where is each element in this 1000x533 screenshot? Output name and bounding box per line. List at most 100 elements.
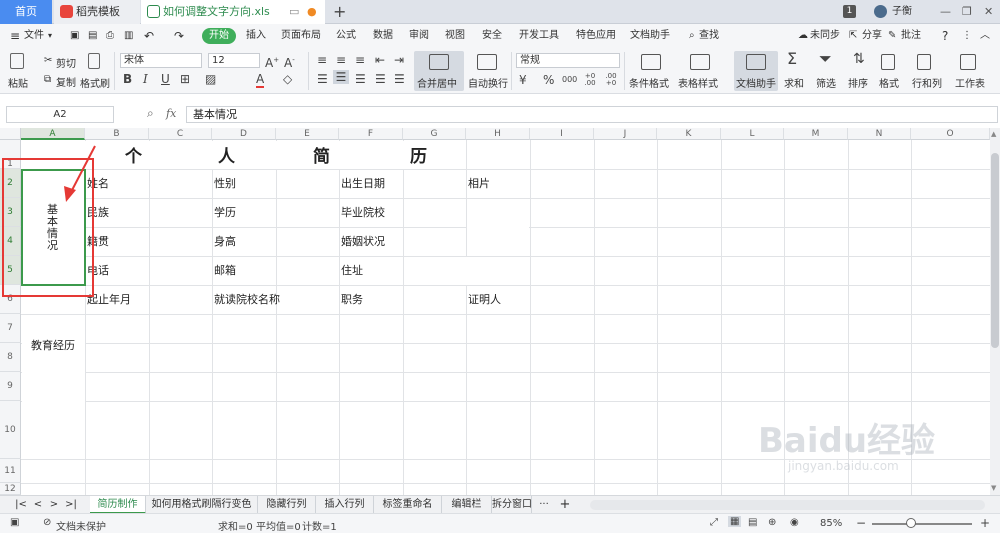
column-header-o[interactable]: O (911, 128, 990, 140)
percent-button[interactable]: % (543, 73, 554, 87)
align-right-icon[interactable]: ☰ (355, 72, 366, 86)
copy-button[interactable]: 复制 (56, 74, 76, 89)
cell-label-school-name[interactable]: 就读院校名称 (214, 293, 280, 307)
cell-label-photo[interactable]: 相片 (468, 177, 490, 191)
column-header-l[interactable]: L (721, 128, 784, 140)
row-col-button[interactable]: 行和列 (912, 75, 942, 90)
row-col-icon[interactable] (917, 54, 931, 70)
zoom-slider-knob[interactable] (906, 518, 916, 528)
add-sheet-button[interactable]: + (558, 496, 572, 514)
align-top-icon[interactable]: ≡ (317, 53, 327, 67)
zoom-out-icon[interactable]: − (856, 516, 866, 530)
column-header-a[interactable]: A (21, 128, 85, 140)
sheet-tab[interactable]: 拆分窗口 (492, 496, 532, 514)
column-header-d[interactable]: D (212, 128, 276, 140)
table-style-icon[interactable] (690, 54, 710, 70)
font-name-select[interactable]: 宋体 (120, 53, 202, 68)
user-name[interactable]: 子衡 (892, 0, 912, 24)
close-icon[interactable]: ✕ (984, 0, 993, 24)
sum-button[interactable]: 求和 (784, 75, 804, 90)
worksheet-button[interactable]: 工作表 (955, 75, 985, 90)
horizontal-scrollbar[interactable] (590, 500, 985, 510)
column-header-m[interactable]: M (784, 128, 848, 140)
copy-icon[interactable]: ⧉ (44, 74, 51, 85)
redo-icon[interactable]: ↷ (174, 24, 184, 48)
cell-label-height[interactable]: 身高 (214, 235, 236, 249)
vertical-scrollbar[interactable]: ▲ ▼ (990, 128, 1000, 495)
menu-security[interactable]: 安全 (482, 24, 502, 48)
format-painter-icon[interactable] (88, 53, 100, 69)
cell-label-witness[interactable]: 证明人 (468, 293, 501, 307)
zoom-level[interactable]: 85% (820, 518, 842, 529)
share-icon[interactable]: ⇱ (849, 24, 857, 48)
macro-record-icon[interactable]: ▣ (10, 517, 19, 528)
cell-label-edu-history[interactable]: 教育经历 (31, 339, 75, 353)
column-header-k[interactable]: K (657, 128, 721, 140)
new-tab-button[interactable]: + (333, 0, 346, 24)
tab-home[interactable]: 首页 (0, 0, 52, 24)
menu-formula[interactable]: 公式 (336, 24, 356, 48)
italic-button[interactable]: I (143, 72, 148, 86)
filter-icon[interactable]: ⏷ (819, 51, 832, 67)
sheet-tab[interactable]: 插入行列 (316, 496, 374, 514)
row-header-8[interactable]: 8 (0, 343, 21, 372)
cell-label-birth[interactable]: 出生日期 (341, 177, 385, 191)
pdf-icon[interactable]: ▥ (124, 24, 133, 48)
zoom-formula-icon[interactable]: ⌕ (147, 106, 154, 121)
increase-decimal-button[interactable]: +0 .00 (582, 73, 598, 87)
doc-assistant-button[interactable]: 文档助手 (734, 51, 778, 91)
column-header-b[interactable]: B (85, 128, 149, 140)
scroll-thumb[interactable] (991, 153, 999, 348)
sheet-tab-active[interactable]: 简历制作 (90, 496, 146, 514)
font-size-select[interactable]: 12 (208, 53, 260, 68)
row-header-9[interactable]: 9 (0, 372, 21, 401)
sync-status[interactable]: 未同步 (810, 24, 840, 48)
page-break-icon[interactable]: ⊕ (768, 517, 776, 528)
column-header-n[interactable]: N (848, 128, 911, 140)
conditional-format-button[interactable]: 条件格式 (629, 75, 669, 90)
sheet-nav-last-icon[interactable]: >| (64, 496, 78, 514)
distribute-icon[interactable]: ☰ (394, 72, 405, 86)
column-header-h[interactable]: H (466, 128, 530, 140)
comment-button[interactable]: 批注 (901, 24, 921, 48)
font-grow-icon[interactable]: A+ (265, 53, 279, 70)
scroll-down-icon[interactable]: ▼ (991, 484, 996, 492)
font-shrink-icon[interactable]: A- (284, 53, 295, 70)
underline-button[interactable]: U (161, 72, 170, 86)
column-header-i[interactable]: I (530, 128, 594, 140)
restore-icon[interactable]: ❐ (962, 0, 972, 24)
tab-count-badge[interactable]: 1 (843, 5, 856, 18)
column-header-f[interactable]: F (339, 128, 403, 140)
more-sheets-icon[interactable]: ··· (536, 496, 552, 514)
clear-format-icon[interactable]: ◇ (283, 72, 292, 86)
hamburger-icon[interactable]: ≡ (10, 24, 20, 48)
row-header-12[interactable]: 12 (0, 483, 21, 495)
menu-features[interactable]: 特色应用 (576, 24, 616, 48)
scroll-up-icon[interactable]: ▲ (991, 130, 996, 138)
format-button[interactable]: 格式 (879, 75, 899, 90)
sheet-nav-next-icon[interactable]: > (48, 496, 60, 514)
page-layout-icon[interactable]: ▤ (748, 517, 757, 528)
cell-label-gender[interactable]: 性别 (214, 177, 236, 191)
number-format-select[interactable]: 常规 (516, 53, 620, 68)
sheet-nav-first-icon[interactable]: |< (14, 496, 28, 514)
indent-decrease-icon[interactable]: ⇤ (375, 53, 385, 67)
menu-page-layout[interactable]: 页面布局 (281, 24, 321, 48)
tab-current-file[interactable]: 如何调整文字方向.xls ▭ ● (141, 0, 325, 24)
cell-label-address[interactable]: 住址 (341, 264, 363, 278)
name-box[interactable]: A2 (6, 106, 114, 123)
font-color-icon[interactable]: A (256, 72, 265, 88)
scissors-icon[interactable]: ✂ (44, 55, 52, 66)
column-header-j[interactable]: J (594, 128, 657, 140)
menu-file[interactable]: 文件 (24, 24, 44, 48)
cut-button[interactable]: 剪切 (56, 55, 76, 70)
align-center-icon[interactable]: ☰ (333, 70, 349, 84)
avatar[interactable] (874, 5, 887, 18)
align-middle-icon[interactable]: ≡ (336, 53, 346, 67)
share-button[interactable]: 分享 (862, 24, 882, 48)
indent-increase-icon[interactable]: ⇥ (394, 53, 404, 67)
undo-icon[interactable]: ↶ (144, 24, 154, 48)
chevron-down-icon[interactable]: ▾ (48, 24, 52, 48)
menu-developer[interactable]: 开发工具 (519, 24, 559, 48)
cell-label-marital[interactable]: 婚姻状况 (341, 235, 385, 249)
